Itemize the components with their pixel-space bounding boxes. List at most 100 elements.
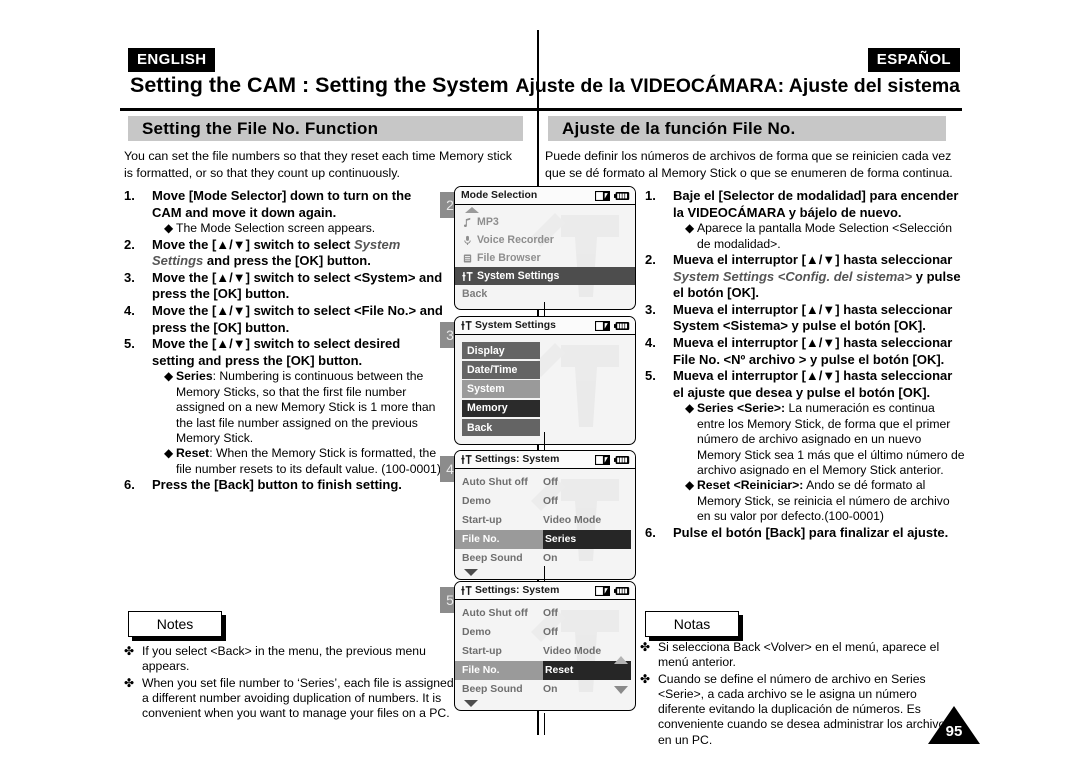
bullet-item: ◆ Reset <Reiniciar>: Ando se dé formato a…: [685, 478, 965, 524]
step-1: 1. Baje el [Selector de modalidad] para e…: [645, 188, 965, 252]
menu-button-display[interactable]: Display: [462, 341, 540, 360]
setting-value[interactable]: On: [543, 553, 635, 564]
setting-value[interactable]: Off: [543, 627, 635, 638]
note-bullet-icon: ✤: [640, 671, 651, 686]
notes-title-english: Notes: [156, 616, 194, 632]
lcd-status-icons: [595, 585, 630, 596]
setting-row-start-up[interactable]: Start-up Video Mode: [455, 511, 635, 530]
menu-item-voice-recorder[interactable]: Voice Recorder: [455, 231, 635, 249]
step-number: 3.: [124, 269, 135, 285]
diamond-bullet-icon: ◆: [685, 478, 695, 493]
section-header-spanish-label: Ajuste de la función File No.: [562, 118, 796, 138]
lcd-menu-body: Display Date/Time System Memory Back: [455, 335, 635, 444]
step-2: 2. Move the [▲/▼] switch to select System…: [124, 237, 444, 270]
note-item: ✤ If you select <Back> in the menu, the p…: [124, 644, 454, 675]
step-text: Press the [Back] button to finish settin…: [152, 477, 402, 493]
screen-connector-line: [544, 566, 546, 581]
bullet-label: Reset <Reiniciar>:: [697, 478, 804, 493]
step-text: Mueva el interruptor [▲/▼] hasta selecci…: [673, 301, 953, 334]
menu-button-system[interactable]: System: [462, 380, 540, 398]
bullet-body: : When the Memory Stick is formatted, th…: [176, 446, 441, 476]
step-body: Mueva el interruptor [▲/▼] hasta selecci…: [673, 368, 965, 524]
step-text: Move the [▲/▼] switch to select <System>…: [152, 269, 443, 302]
step-6: 6. Press the [Back] button to finish sett…: [124, 477, 444, 494]
note-text: If you select <Back> in the menu, the pr…: [142, 644, 426, 674]
battery-icon: [614, 321, 630, 330]
menu-button-label: Display: [467, 344, 505, 357]
lcd-title-label: System Settings: [475, 320, 556, 331]
step-text: Mueva el interruptor [▲/▼] hasta selecci…: [673, 334, 953, 367]
step-body: Mueva el interruptor [▲/▼] hasta selecci…: [673, 302, 965, 335]
step-bullets: ◆ The Mode Selection screen appears.: [164, 221, 444, 236]
setting-key: Demo: [462, 627, 491, 638]
lcd-status-icons: [595, 320, 630, 331]
lcd-status-icons: [595, 190, 630, 201]
step-bullets: ◆ Aparece la pantalla Mode Selection <Sel…: [685, 221, 965, 252]
battery-icon: [614, 455, 630, 464]
step-body: Move the [▲/▼] switch to select <System>…: [152, 270, 444, 303]
lcd-title-label: Settings: System: [475, 454, 560, 465]
step-text: Baje el [Selector de modalidad] para enc…: [673, 188, 959, 220]
menu-item-back[interactable]: Back: [455, 285, 635, 303]
setting-value[interactable]: Off: [543, 608, 635, 619]
step-number: 3.: [645, 301, 656, 317]
bullet-item: ◆ Reset: When the Memory Stick is formatt…: [164, 446, 444, 477]
scroll-down-arrow-icon[interactable]: [464, 700, 478, 707]
step-number: 5.: [124, 336, 135, 352]
lcd-title-bar: System Settings: [455, 317, 635, 335]
settings-sliders-icon: [462, 271, 473, 281]
setting-row-start-up[interactable]: Start-up Video Mode: [455, 642, 635, 661]
page-number-badge: 95: [928, 706, 980, 744]
section-header-spanish: Ajuste de la función File No.: [548, 116, 946, 141]
setting-row-demo[interactable]: Demo Off: [455, 492, 635, 511]
bullet-item: ◆ The Mode Selection screen appears.: [164, 221, 444, 236]
diamond-bullet-icon: ◆: [685, 221, 695, 236]
lcd-title: Settings: System: [461, 454, 595, 465]
chapter-title-english: Setting the CAM : Setting the System: [130, 73, 509, 97]
menu-item-label: File Browser: [477, 252, 541, 264]
lcd-menu-body: MP3 Voice Recorder File Browser System Sett…: [455, 205, 635, 309]
setting-key: Start-up: [462, 646, 502, 657]
menu-button-back[interactable]: Back: [462, 418, 540, 437]
setting-row-file-no-[interactable]: File No. Reset: [455, 661, 635, 680]
setting-value[interactable]: Series: [543, 530, 631, 549]
step-number: 5.: [645, 368, 656, 384]
step-number: 6.: [124, 477, 135, 493]
setting-row-beep-sound[interactable]: Beep Sound On: [455, 680, 635, 699]
scroll-down-arrow-icon[interactable]: [464, 569, 478, 576]
bullet-label: Series <Serie>:: [697, 401, 786, 416]
settings-sliders-icon: [461, 586, 472, 595]
setting-row-auto-shut-off[interactable]: Auto Shut off Off: [455, 604, 635, 623]
setting-row-auto-shut-off[interactable]: Auto Shut off Off: [455, 473, 635, 492]
setting-row-file-no-[interactable]: File No. Series: [455, 530, 635, 549]
setting-key: Beep Sound: [462, 684, 523, 695]
menu-item-file-browser[interactable]: File Browser: [455, 249, 635, 267]
step-list-spanish: 1. Baje el [Selector de modalidad] para e…: [645, 188, 965, 541]
diamond-bullet-icon: ◆: [685, 401, 695, 416]
memory-card-icon: [595, 454, 610, 465]
note-bullet-icon: ✤: [124, 675, 135, 690]
setting-key: File No.: [455, 530, 543, 549]
lcd-title-label: Mode Selection: [461, 190, 538, 201]
bullet-text: Reset <Reiniciar>: Ando se dé formato al…: [697, 478, 965, 524]
bullet-item: ◆ Aparece la pantalla Mode Selection <Sel…: [685, 221, 965, 252]
step-number: 4.: [645, 334, 656, 350]
notes-box-english: Notes: [128, 611, 222, 637]
setting-value[interactable]: Off: [543, 477, 635, 488]
step-text: Pulse el botón [Back] para finalizar el …: [673, 524, 949, 540]
setting-row-demo[interactable]: Demo Off: [455, 623, 635, 642]
menu-button-memory[interactable]: Memory: [462, 399, 540, 418]
step-body: Move the [▲/▼] switch to select System S…: [152, 237, 444, 270]
step-3: 3. Move the [▲/▼] switch to select <Syste…: [124, 270, 444, 303]
menu-item-mp3[interactable]: MP3: [455, 213, 635, 231]
setting-value[interactable]: Video Mode: [543, 515, 635, 526]
setting-key: File No.: [455, 661, 543, 680]
settings-sliders-icon: [461, 455, 472, 464]
value-decrease-arrow-icon[interactable]: [614, 686, 628, 694]
value-increase-arrow-icon[interactable]: [614, 656, 628, 664]
setting-value[interactable]: Off: [543, 496, 635, 507]
menu-button-date-time[interactable]: Date/Time: [462, 361, 540, 379]
lcd-frame: Settings: System Auto Shut off Off Demo Off S…: [454, 450, 636, 580]
setting-key: Demo: [462, 496, 491, 507]
menu-item-system-settings[interactable]: System Settings: [455, 267, 635, 285]
